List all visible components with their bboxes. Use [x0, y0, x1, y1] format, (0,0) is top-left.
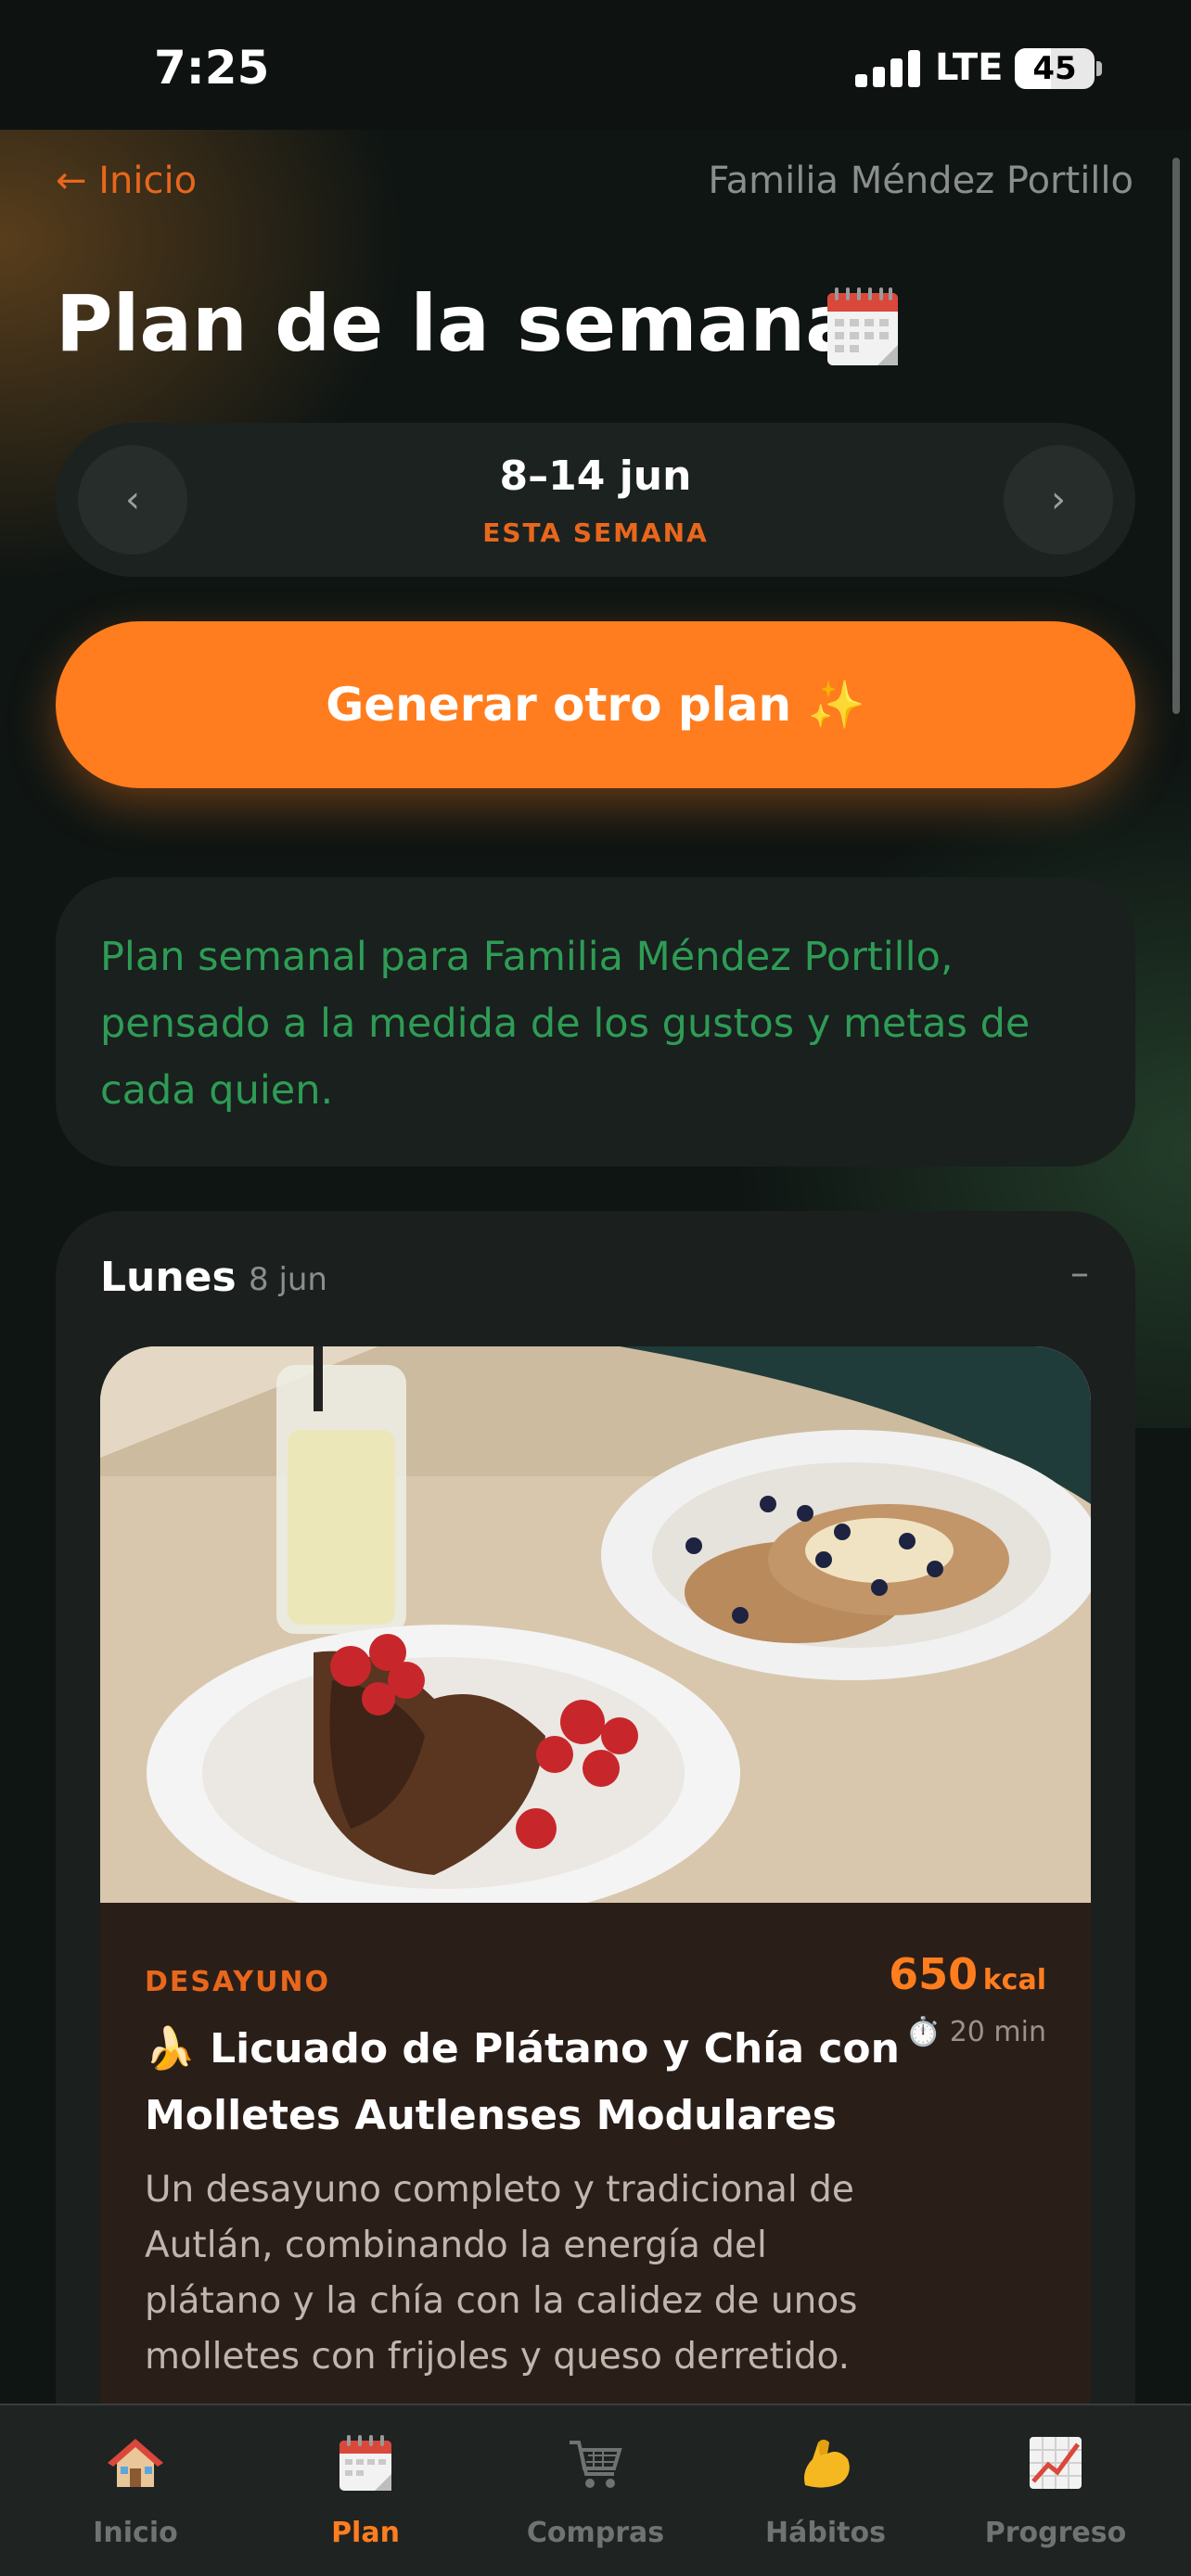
meal-photo [100, 1346, 1091, 1903]
meal-title: 🍌 Licuado de Plátano y Chía con Molletes… [145, 2025, 900, 2139]
week-label: ESTA SEMANA [482, 517, 709, 548]
week-range: 8–14 jun [499, 453, 692, 500]
meal-calories: 650 kcal [889, 1949, 1046, 1999]
flexed-biceps-icon [804, 2440, 850, 2488]
signal-icon [855, 50, 922, 87]
scrollbar[interactable] [1172, 158, 1180, 714]
tab-habitos[interactable]: Hábitos [714, 2405, 937, 2576]
back-link[interactable]: ← Inicio [56, 159, 197, 202]
tab-compras[interactable]: Compras [484, 2405, 707, 2576]
meal-type: DESAYUNO [145, 1966, 331, 1998]
generate-plan-button[interactable]: Generar otro plan ✨ [56, 621, 1135, 788]
week-selector: ‹ 8–14 jun ESTA SEMANA › [56, 423, 1135, 577]
status-time: 7:25 [154, 41, 270, 95]
tab-label: Plan [331, 2517, 400, 2549]
calendar-icon [339, 2435, 391, 2491]
page-title: Plan de la semana [56, 278, 858, 369]
tab-label: Compras [526, 2517, 665, 2549]
tab-plan[interactable]: Plan [254, 2405, 477, 2576]
status-bar: 7:25 LTE 45 [0, 0, 1191, 130]
meal-description: Un desayuno completo y tradicional de Au… [145, 2169, 858, 2378]
battery-level: 45 [1032, 50, 1077, 87]
day-date: 8 jun [249, 1261, 327, 1298]
calendar-icon [827, 287, 898, 365]
tab-label: Hábitos [765, 2517, 886, 2549]
prep-time: ⏱️ 20 min [905, 2016, 1046, 2048]
meal-card[interactable]: DESAYUNO 650 kcal ⏱️ 20 min 🍌 Licuado de… [100, 1346, 1091, 2576]
tab-label: Inicio [93, 2517, 178, 2549]
chart-increasing-icon [1030, 2437, 1082, 2489]
tab-inicio[interactable]: Inicio [24, 2405, 247, 2576]
family-name: Familia Méndez Portillo [708, 159, 1133, 202]
day-name: Lunes [100, 1254, 237, 1301]
kcal-unit: kcal [982, 1964, 1046, 1996]
tab-progreso[interactable]: Progreso [944, 2405, 1167, 2576]
battery-cap [1096, 61, 1102, 76]
shopping-cart-icon [570, 2441, 622, 2488]
collapse-day-button[interactable]: – [1070, 1252, 1089, 1294]
battery-icon: 45 [1015, 48, 1095, 89]
network-label: LTE [935, 46, 1004, 89]
next-week-button[interactable]: › [1004, 445, 1113, 555]
house-icon [108, 2439, 163, 2487]
tab-label: Progreso [984, 2517, 1127, 2549]
tab-bar: Inicio Plan Compras Hábitos Progreso [0, 2404, 1191, 2576]
summary-card: Plan semanal para Familia Méndez Portill… [56, 877, 1135, 1167]
kcal-value: 650 [889, 1949, 979, 1999]
summary-text: Plan semanal para Familia Méndez Portill… [100, 934, 1031, 1114]
day-card: Lunes 8 jun – DESAYUNO 650 kcal ⏱️ 20 mi… [56, 1211, 1135, 2576]
